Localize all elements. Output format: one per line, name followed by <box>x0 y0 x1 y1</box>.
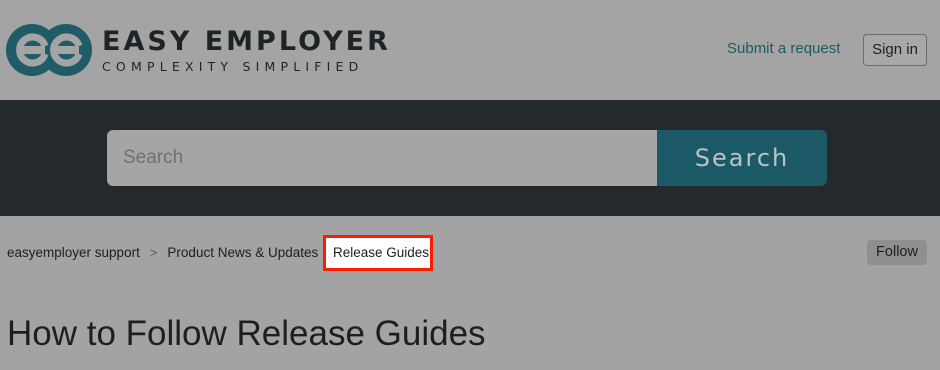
search-band: Search <box>0 100 940 216</box>
brand-name: EASY EMPLOYER <box>102 26 391 57</box>
search-button[interactable]: Search <box>657 130 827 186</box>
brand-block[interactable]: EASY EMPLOYER COMPLEXITY SIMPLIFIED <box>102 26 391 75</box>
easy-employer-logo-icon[interactable] <box>6 24 92 76</box>
brand-tagline: COMPLEXITY SIMPLIFIED <box>102 59 364 74</box>
breadcrumb-item-release-guides[interactable]: Release Guides <box>333 245 429 260</box>
main-content: easyemployer support > Product News & Up… <box>0 216 940 370</box>
submit-request-link[interactable]: Submit a request <box>727 40 840 57</box>
breadcrumb-item-support[interactable]: easyemployer support <box>7 245 140 260</box>
breadcrumb-separator: > <box>149 245 158 260</box>
sign-in-button[interactable]: Sign in <box>863 34 927 66</box>
page-title: How to Follow Release Guides <box>7 314 486 353</box>
breadcrumb: easyemployer support > Product News & Up… <box>7 245 318 260</box>
search-input[interactable] <box>107 130 659 186</box>
breadcrumb-item-product-news[interactable]: Product News & Updates <box>167 245 318 260</box>
site-header: EASY EMPLOYER COMPLEXITY SIMPLIFIED Subm… <box>0 0 940 100</box>
follow-button[interactable]: Follow <box>867 240 927 265</box>
